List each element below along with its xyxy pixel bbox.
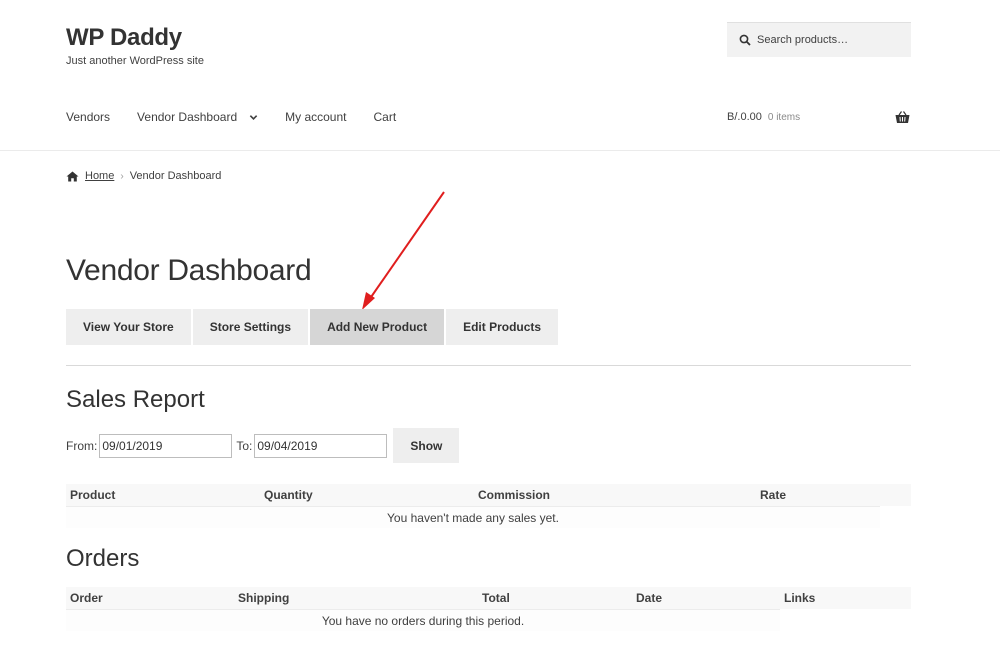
date-filter: From: To: Show <box>66 428 460 463</box>
orders-empty-message: You have no orders during this period. <box>66 609 780 631</box>
annotation-arrow <box>362 191 445 310</box>
column-header-order: Order <box>70 591 103 605</box>
breadcrumb-current: Vendor Dashboard <box>129 170 222 182</box>
search-box[interactable] <box>727 22 911 57</box>
sales-table: Product Quantity Commission Rate You hav… <box>66 484 911 528</box>
breadcrumb-separator: › <box>120 170 124 182</box>
column-header-product: Product <box>70 488 116 502</box>
breadcrumb-home-link[interactable]: Home <box>85 170 114 182</box>
breadcrumb: Home › Vendor Dashboard <box>66 170 221 182</box>
column-header-date: Date <box>636 591 663 605</box>
column-header-links: Links <box>784 591 816 605</box>
nav-label: Vendor Dashboard <box>137 110 238 124</box>
to-date-input[interactable] <box>254 433 388 458</box>
show-button[interactable]: Show <box>393 428 460 463</box>
nav-item-cart[interactable]: Cart <box>373 110 396 124</box>
sales-empty-message: You haven't made any sales yet. <box>66 506 880 528</box>
view-your-store-button[interactable]: View Your Store <box>66 309 191 345</box>
store-settings-button[interactable]: Store Settings <box>192 309 309 345</box>
sales-table-header: Product Quantity Commission Rate <box>66 484 911 506</box>
to-label: To: <box>236 438 253 453</box>
primary-nav: Vendors Vendor Dashboard My account Cart <box>66 110 423 124</box>
page-title: Vendor Dashboard <box>66 254 312 287</box>
column-header-rate: Rate <box>760 488 787 502</box>
edit-products-button[interactable]: Edit Products <box>446 309 559 345</box>
add-new-product-button[interactable]: Add New Product <box>310 309 445 345</box>
column-header-total: Total <box>482 591 510 605</box>
nav-label: My account <box>285 110 347 124</box>
chevron-down-icon <box>249 114 258 120</box>
dashboard-buttons: View Your Store Store Settings Add New P… <box>66 309 560 345</box>
cart-count: 0 items <box>767 112 801 123</box>
column-header-quantity: Quantity <box>264 488 313 502</box>
nav-label: Cart <box>373 110 397 124</box>
from-date-input[interactable] <box>99 433 233 458</box>
cart-summary[interactable]: B/.0.00 0 items <box>727 111 800 123</box>
nav-item-vendor-dashboard[interactable]: Vendor Dashboard <box>137 110 258 124</box>
site-title[interactable]: WP Daddy <box>66 24 182 52</box>
orders-table: Order Shipping Total Date Links You have… <box>66 587 911 631</box>
basket-icon[interactable] <box>895 111 910 124</box>
orders-table-header: Order Shipping Total Date Links <box>66 587 911 609</box>
search-input[interactable] <box>757 34 897 46</box>
column-header-commission: Commission <box>478 488 551 502</box>
site-tagline: Just another WordPress site <box>66 55 204 67</box>
orders-title: Orders <box>66 545 140 572</box>
from-label: From: <box>66 438 98 453</box>
column-header-shipping: Shipping <box>238 591 290 605</box>
nav-item-my-account[interactable]: My account <box>285 110 346 124</box>
nav-item-vendors[interactable]: Vendors <box>66 110 110 124</box>
header-divider <box>0 150 1000 151</box>
nav-label: Vendors <box>66 110 111 124</box>
sales-report-title: Sales Report <box>66 386 205 413</box>
section-divider <box>66 365 911 366</box>
home-icon <box>66 171 79 181</box>
cart-total: B/.0.00 <box>727 111 762 123</box>
search-icon <box>739 34 751 46</box>
